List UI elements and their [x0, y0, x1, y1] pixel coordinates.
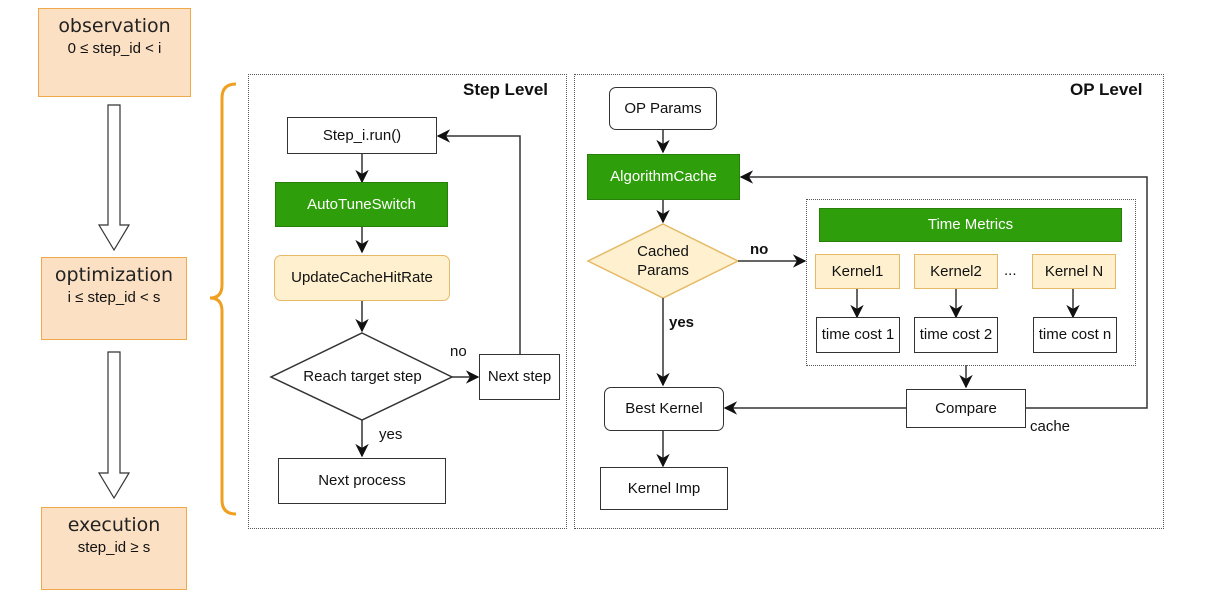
compare-box: Compare — [906, 389, 1026, 428]
autotune-switch-box: AutoTuneSwitch — [275, 182, 448, 227]
time-metrics-bar: Time Metrics — [819, 208, 1122, 242]
hollow-arrow-1 — [97, 104, 131, 252]
op-params-box: OP Params — [609, 87, 717, 130]
op-level-title: OP Level — [1070, 80, 1143, 99]
phase-condition: 0 ≤ step_id < i — [67, 40, 162, 57]
op-yes-label: yes — [669, 314, 695, 331]
phase-execution: execution step_id ≥ s — [41, 507, 187, 590]
phase-name: optimization — [54, 264, 174, 286]
phase-name: observation — [58, 15, 171, 37]
phase-condition: i ≤ step_id < s — [67, 289, 161, 306]
step-no-label: no — [450, 343, 467, 360]
next-step-box: Next step — [479, 354, 560, 400]
cached-params-line1: Cached — [637, 243, 689, 260]
step-yes-label: yes — [379, 426, 403, 443]
algorithm-cache-box: AlgorithmCache — [587, 154, 740, 200]
cached-params-line2: Params — [637, 261, 689, 279]
curly-brace — [209, 82, 237, 516]
time-cost-n-box: time cost n — [1033, 317, 1117, 353]
phase-observation: observation 0 ≤ step_id < i — [38, 8, 191, 97]
kernelN-box: Kernel N — [1032, 254, 1116, 289]
kernel-ellipsis: ... — [1004, 262, 1017, 279]
kernel1-box: Kernel1 — [815, 254, 900, 289]
hollow-arrow-2 — [97, 351, 131, 500]
cache-label: cache — [1030, 418, 1071, 435]
step-run-box: Step_i.run() — [287, 117, 437, 154]
step-level-title: Step Level — [463, 80, 549, 99]
phase-name: execution — [67, 514, 161, 536]
time-cost-1-box: time cost 1 — [816, 317, 900, 353]
next-process-box: Next process — [278, 458, 446, 504]
time-cost-2-box: time cost 2 — [914, 317, 998, 353]
reach-target-step-label: Reach target step — [303, 368, 422, 385]
update-cache-hit-rate-box: UpdateCacheHitRate — [274, 255, 450, 301]
op-no-label: no — [750, 241, 769, 258]
phase-optimization: optimization i ≤ step_id < s — [41, 257, 187, 340]
kernel-imp-box: Kernel Imp — [600, 467, 728, 510]
best-kernel-box: Best Kernel — [604, 387, 724, 431]
phase-condition: step_id ≥ s — [77, 539, 151, 556]
cached-params-label: Cached Params — [613, 243, 713, 281]
kernel2-box: Kernel2 — [914, 254, 998, 289]
